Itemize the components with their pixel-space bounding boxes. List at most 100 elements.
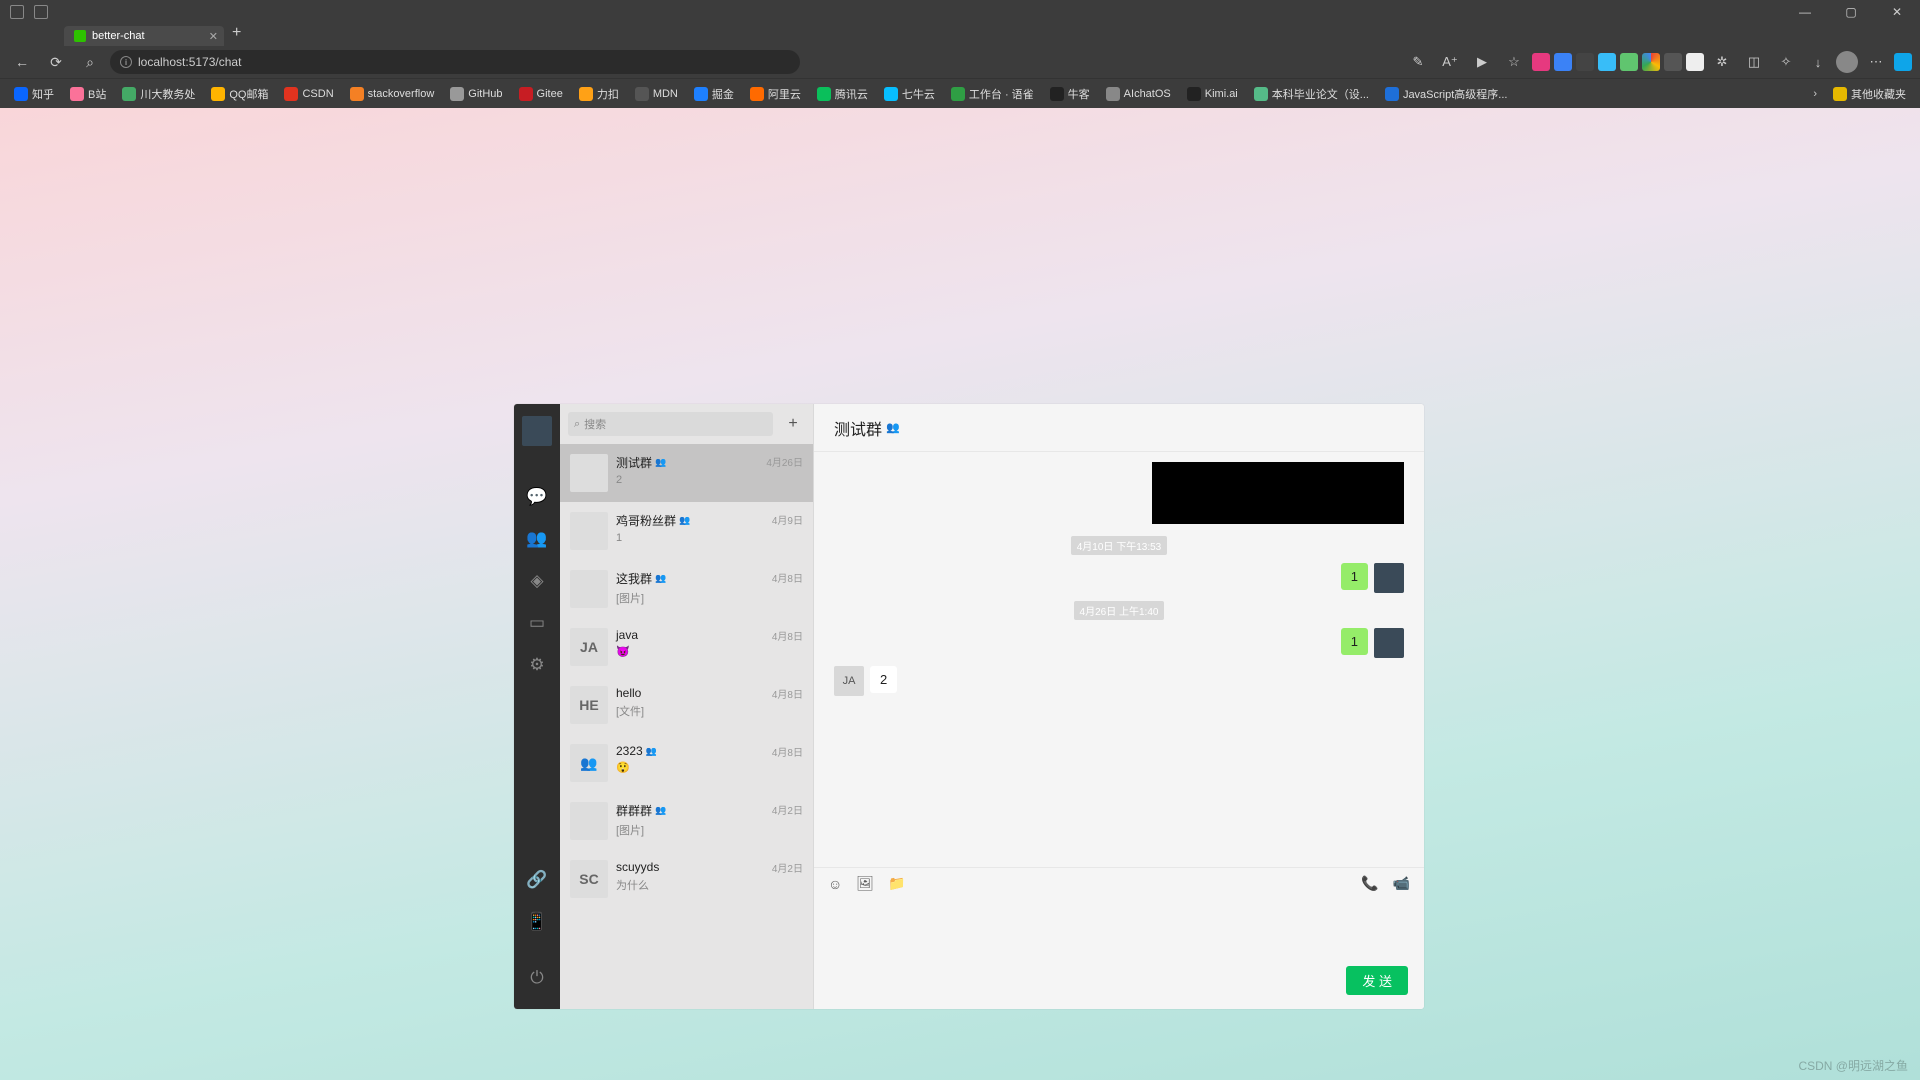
my-avatar-small[interactable]	[1374, 628, 1404, 658]
bookmark-item[interactable]: 工作台 · 语雀	[945, 83, 1040, 105]
back-button[interactable]: ←	[8, 48, 36, 76]
bookmark-label: 阿里云	[768, 86, 801, 102]
bookmark-item[interactable]: 掘金	[688, 83, 740, 105]
new-tab-button[interactable]: +	[232, 24, 241, 46]
close-window-button[interactable]: ✕	[1874, 0, 1920, 24]
send-button[interactable]: 发 送	[1346, 966, 1408, 995]
extension-icon[interactable]	[1620, 53, 1638, 71]
split-screen-icon[interactable]: ◫	[1740, 48, 1768, 76]
chat-nav-icon[interactable]: 💬	[520, 480, 554, 514]
my-avatar-small[interactable]	[1374, 563, 1404, 593]
bookmark-item[interactable]: 知乎	[8, 83, 60, 105]
conversation-name: hello	[616, 686, 764, 700]
bookmark-item[interactable]: 川大教务处	[116, 83, 201, 105]
extension-icon[interactable]	[1554, 53, 1572, 71]
bookmark-item[interactable]: Kimi.ai	[1181, 84, 1244, 104]
conversation-item[interactable]: 测试群 👥24月26日	[560, 444, 813, 502]
conversation-item[interactable]: 这我群 👥[图片]4月8日	[560, 560, 813, 618]
voice-call-icon[interactable]: 📞	[1361, 875, 1378, 892]
nav-rail: 💬 👥 ◈ ▭ ⚙ 🔗 📱 ⏻	[514, 404, 560, 1009]
more-menu-icon[interactable]: ⋯	[1862, 48, 1890, 76]
close-tab-button[interactable]: ✕	[209, 30, 218, 43]
bookmark-item[interactable]: B站	[64, 83, 112, 105]
video-pip-icon[interactable]: ▶	[1468, 48, 1496, 76]
settings-nav-icon[interactable]: ⚙	[520, 648, 554, 682]
video-call-icon[interactable]: 📹	[1393, 875, 1410, 892]
video-message[interactable]	[1152, 462, 1404, 524]
link-nav-icon[interactable]: 🔗	[520, 863, 554, 897]
bookmark-item[interactable]: stackoverflow	[344, 84, 441, 104]
conversation-item[interactable]: HEhello[文件]4月8日	[560, 676, 813, 734]
extension-icon[interactable]	[1532, 53, 1550, 71]
extension-icon[interactable]	[1598, 53, 1616, 71]
browser-tab[interactable]: better-chat ✕	[64, 26, 224, 46]
power-nav-icon[interactable]: ⏻	[520, 961, 554, 995]
mobile-nav-icon[interactable]: 📱	[520, 905, 554, 939]
image-icon[interactable]: 🖼	[856, 875, 874, 892]
message-row: 1	[834, 628, 1404, 658]
bookmark-favicon-icon	[1385, 87, 1399, 101]
bookmark-item[interactable]: GitHub	[444, 84, 508, 104]
conversation-item[interactable]: JAjava😈4月8日	[560, 618, 813, 676]
contacts-nav-icon[interactable]: 👥	[520, 522, 554, 556]
bookmark-item[interactable]: 本科毕业论文（设...	[1248, 83, 1375, 105]
collections-icon[interactable]: ✧	[1772, 48, 1800, 76]
message-input[interactable]: 发 送	[814, 899, 1424, 1009]
my-avatar[interactable]	[522, 416, 552, 446]
edit-icon[interactable]: ✎	[1404, 48, 1432, 76]
add-button[interactable]: +	[781, 412, 805, 436]
bookmark-label: 七牛云	[902, 86, 935, 102]
favorite-icon[interactable]: ☆	[1500, 48, 1528, 76]
bookmark-item[interactable]: 牛客	[1044, 83, 1096, 105]
workspace-icon[interactable]	[10, 5, 24, 19]
screen-nav-icon[interactable]: ▭	[520, 606, 554, 640]
extensions-menu-icon[interactable]: ✲	[1708, 48, 1736, 76]
site-info-icon[interactable]: i	[120, 56, 132, 68]
bookmark-item[interactable]: 七牛云	[878, 83, 941, 105]
group-icon: 👥	[679, 515, 690, 526]
extension-icon[interactable]	[1664, 53, 1682, 71]
other-bookmarks-folder[interactable]: 其他收藏夹	[1827, 83, 1912, 105]
bookmark-item[interactable]: Gitee	[513, 84, 569, 104]
refresh-button[interactable]: ⟳	[42, 48, 70, 76]
copilot-icon[interactable]	[1894, 53, 1912, 71]
tabs-icon[interactable]	[34, 5, 48, 19]
read-aloud-icon[interactable]: A⁺	[1436, 48, 1464, 76]
bookmark-item[interactable]: QQ邮箱	[205, 83, 274, 105]
address-bar[interactable]: i localhost:5173/chat	[110, 50, 800, 74]
extension-icon[interactable]	[1576, 53, 1594, 71]
minimize-button[interactable]: —	[1782, 0, 1828, 24]
other-message-bubble[interactable]: 2	[870, 666, 897, 693]
conversation-item[interactable]: 👥2323 👥😲4月8日	[560, 734, 813, 792]
conversation-date: 4月2日	[772, 860, 803, 898]
messages-area[interactable]: 4月10日 下午13:53 1 4月26日 上午1:40 1 JA 2	[814, 452, 1424, 867]
search-input[interactable]: ⌕ 搜索	[568, 412, 773, 436]
extension-icon[interactable]	[1642, 53, 1660, 71]
bookmark-item[interactable]: 阿里云	[744, 83, 807, 105]
conversation-item[interactable]: 群群群 👥[图片]4月2日	[560, 792, 813, 850]
my-message-bubble[interactable]: 1	[1341, 628, 1368, 655]
downloads-icon[interactable]: ↓	[1804, 48, 1832, 76]
profile-avatar[interactable]	[1836, 51, 1858, 73]
bookmark-item[interactable]: 力扣	[573, 83, 625, 105]
bookmark-item[interactable]: 腾讯云	[811, 83, 874, 105]
conversation-item[interactable]: 鸡哥粉丝群 👥14月9日	[560, 502, 813, 560]
bookmark-item[interactable]: AIchatOS	[1100, 84, 1177, 104]
bookmark-item[interactable]: MDN	[629, 84, 684, 104]
conversation-preview: 2	[616, 474, 758, 486]
emoji-icon[interactable]: ☺	[828, 876, 842, 892]
extension-icon[interactable]	[1686, 53, 1704, 71]
box-nav-icon[interactable]: ◈	[520, 564, 554, 598]
conversation-item[interactable]: SCscuyyds为什么4月2日	[560, 850, 813, 908]
timestamp: 4月26日 上午1:40	[1074, 601, 1165, 620]
conversation-preview: [文件]	[616, 703, 764, 719]
search-button[interactable]: ⌕	[76, 48, 104, 76]
bookmark-item[interactable]: JavaScript高级程序...	[1379, 83, 1514, 105]
bookmarks-overflow-button[interactable]: ›	[1807, 88, 1823, 100]
folder-icon[interactable]: 📁	[888, 875, 905, 892]
bookmark-item[interactable]: CSDN	[278, 84, 339, 104]
maximize-button[interactable]: ▢	[1828, 0, 1874, 24]
my-message-bubble[interactable]: 1	[1341, 563, 1368, 590]
sender-avatar[interactable]: JA	[834, 666, 864, 696]
conversation-date: 4月8日	[772, 686, 803, 724]
